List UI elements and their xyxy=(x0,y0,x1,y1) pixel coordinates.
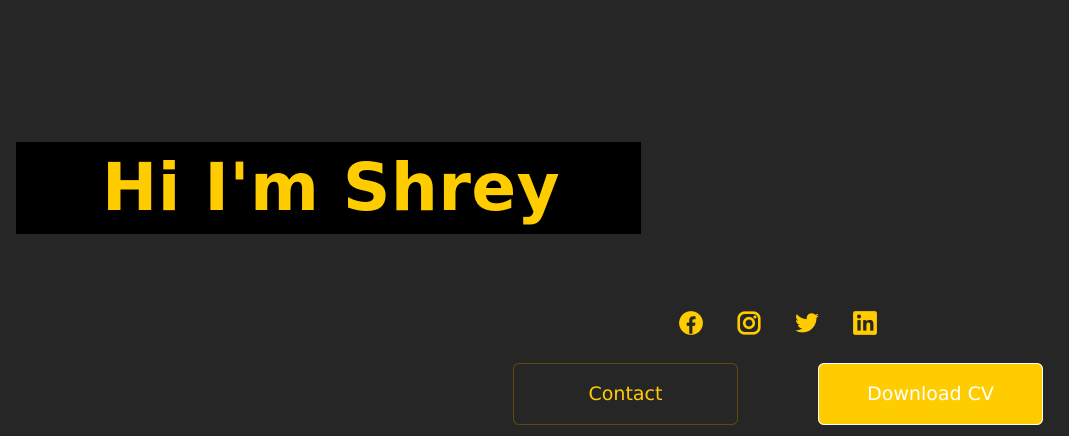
social-links xyxy=(676,308,880,338)
instagram-link[interactable] xyxy=(734,308,764,338)
twitter-icon xyxy=(795,313,819,333)
twitter-link[interactable] xyxy=(792,308,822,338)
facebook-link[interactable] xyxy=(676,308,706,338)
linkedin-icon xyxy=(853,311,877,335)
download-cv-button[interactable]: Download CV xyxy=(818,363,1043,425)
contact-button[interactable]: Contact xyxy=(513,363,738,425)
facebook-icon xyxy=(679,311,703,335)
hero-title-box: Hi I'm Shrey xyxy=(16,142,641,234)
linkedin-link[interactable] xyxy=(850,308,880,338)
hero-title: Hi I'm Shrey xyxy=(102,149,561,226)
instagram-icon xyxy=(737,311,761,335)
